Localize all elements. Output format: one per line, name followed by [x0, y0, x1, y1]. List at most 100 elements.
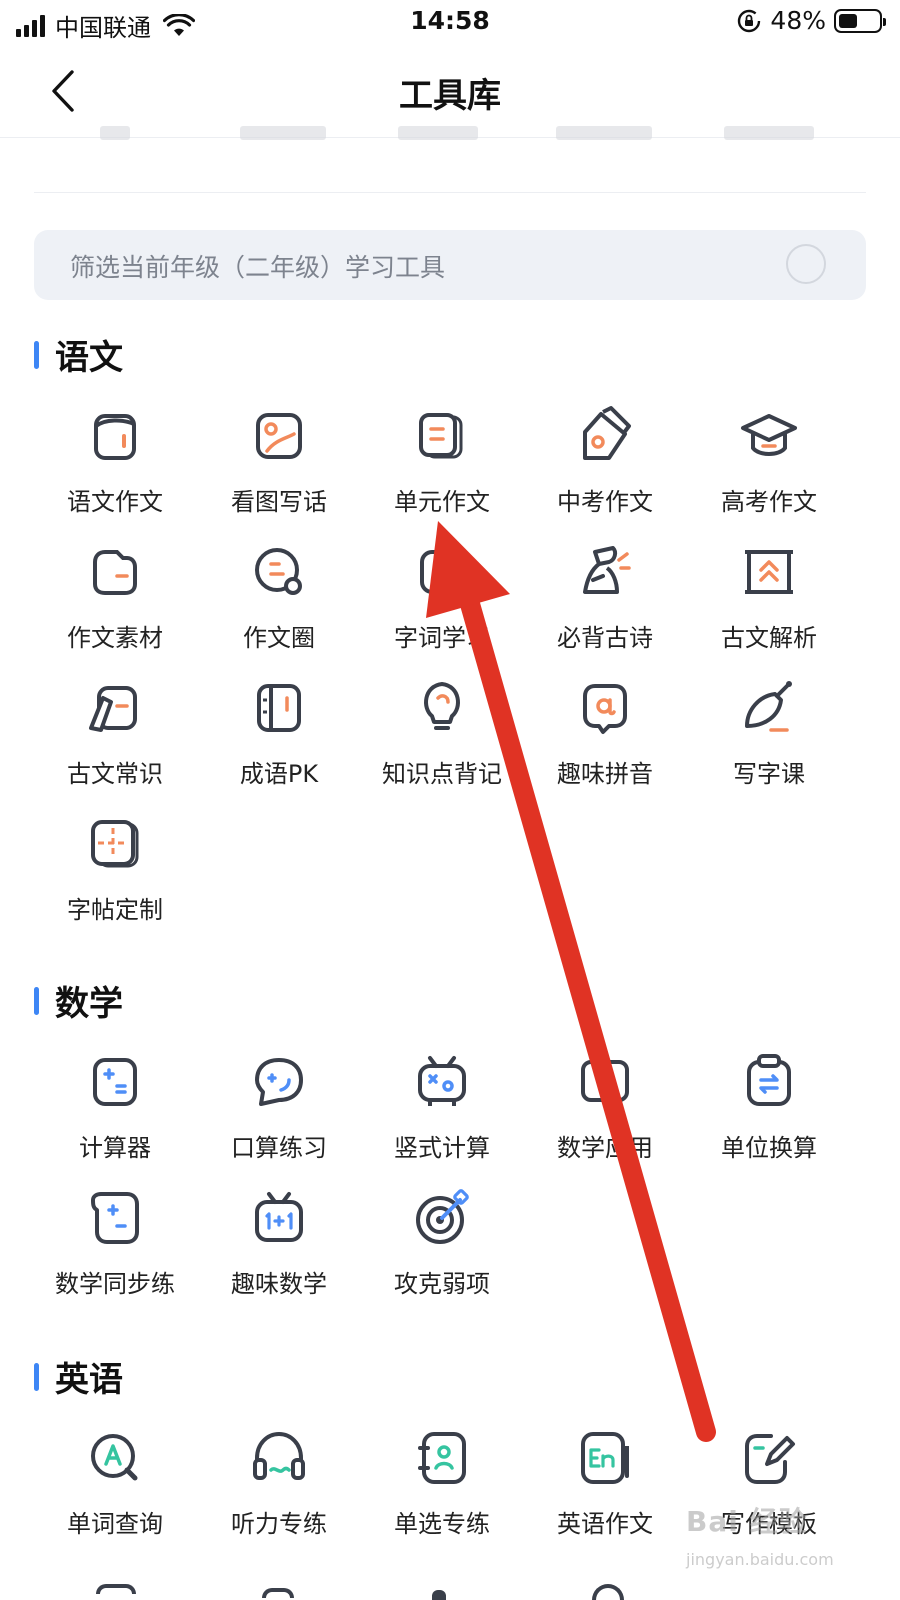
tool-label: 写字课 — [733, 760, 805, 788]
tool-label: 单位换算 — [721, 1134, 817, 1162]
tool-english-composition[interactable]: 英语作文 — [522, 1426, 688, 1556]
tool-label: 数学应用 — [557, 1134, 653, 1162]
tool-picture-writing[interactable]: 看图写话 — [196, 404, 362, 534]
battery-icon — [834, 8, 886, 33]
picture-icon — [256, 413, 302, 459]
section-english-label: 英语 — [55, 1360, 123, 1400]
lightbulb-icon — [424, 682, 460, 730]
section-chinese-label: 语文 — [55, 338, 123, 378]
tool-label: 趣味数学 — [231, 1270, 327, 1298]
edit-note-icon — [745, 1434, 795, 1484]
tool-calligraphy-class[interactable]: 写字课 — [686, 676, 852, 806]
section-accent-bar — [34, 1362, 39, 1391]
notebook-icon — [94, 414, 136, 460]
tool-label: 单词查询 — [67, 1510, 163, 1538]
tool-word-study[interactable]: 字词学习 — [359, 540, 525, 670]
tool-label: 攻克弱项 — [394, 1270, 490, 1298]
tool-single-choice-practice[interactable]: 单选专练 — [359, 1426, 525, 1556]
grade-filter-label: 筛选当前年级（二年级）学习工具 — [70, 253, 446, 282]
en-book-icon — [581, 1432, 629, 1484]
tool-math-sync-practice[interactable]: 数学同步练 — [32, 1186, 198, 1316]
tool-label: 作文素材 — [67, 624, 163, 652]
tool-fun-pinyin[interactable]: 趣味拼音 — [522, 676, 688, 806]
tool-label: 中考作文 — [557, 488, 653, 516]
math-book-icon — [91, 1192, 139, 1244]
tool-label: 英语作文 — [557, 1510, 653, 1538]
divider — [34, 192, 866, 193]
tool-conquer-weakness[interactable]: 攻克弱项 — [359, 1186, 525, 1316]
speech-bubble-icon — [255, 1058, 303, 1106]
book-icon — [420, 550, 464, 594]
tool-fun-math[interactable]: 趣味数学 — [196, 1186, 362, 1316]
tool-composition-materials[interactable]: 作文素材 — [32, 540, 198, 670]
status-right: 48% — [736, 6, 886, 35]
tool-writing-template[interactable]: 写作模板 — [686, 1426, 852, 1556]
tool-label: 写作模板 — [721, 1510, 817, 1538]
tool-label: 趣味拼音 — [557, 760, 653, 788]
section-math-title: 数学 — [34, 976, 123, 1025]
tool-unit-conversion[interactable]: 单位换算 — [686, 1050, 852, 1180]
tool-label: 语文作文 — [67, 488, 163, 516]
tool-label: 单选专练 — [394, 1510, 490, 1538]
tv-1plus1-icon — [255, 1192, 303, 1242]
tool-label: 看图写话 — [231, 488, 327, 516]
tool-ancient-poems[interactable]: 必背古诗 — [522, 540, 688, 670]
brush-scroll-icon — [89, 686, 137, 732]
chat-circle-icon — [255, 548, 302, 595]
tool-unit-composition[interactable]: 单元作文 — [359, 404, 525, 534]
grade-filter-toggle[interactable] — [786, 244, 826, 284]
section-english-title: 英语 — [34, 1352, 123, 1401]
brush-icon — [745, 681, 792, 732]
tool-label: 古文解析 — [721, 624, 817, 652]
book-pk-icon — [257, 684, 301, 732]
tool-gaokao-composition[interactable]: 高考作文 — [686, 404, 852, 534]
section-chinese-title: 语文 — [34, 330, 123, 379]
tool-composition-circle[interactable]: 作文圈 — [196, 540, 362, 670]
target-icon — [416, 1189, 469, 1244]
grid-card-icon — [91, 820, 139, 868]
tool-ancient-text-analysis[interactable]: 古文解析 — [686, 540, 852, 670]
pen-ink-icon — [583, 406, 631, 460]
section-accent-bar — [34, 986, 39, 1015]
convert-icon — [747, 1054, 791, 1106]
tool-knowledge-recitation[interactable]: 知识点背记 — [359, 676, 525, 806]
tool-listening-practice[interactable]: 听力专练 — [196, 1426, 362, 1556]
section-accent-bar — [34, 340, 39, 369]
tool-label: 数学同步练 — [55, 1270, 175, 1298]
tool-label: 字帖定制 — [67, 896, 163, 924]
tool-label: 古文常识 — [67, 760, 163, 788]
tool-label: 高考作文 — [721, 488, 817, 516]
tool-chinese-composition[interactable]: 语文作文 — [32, 404, 198, 534]
page-title: 工具库 — [399, 76, 501, 116]
tool-math-application[interactable]: 数学应用 — [522, 1050, 688, 1180]
scroll-frame-icon — [745, 550, 793, 594]
tool-label: 字词学习 — [394, 624, 490, 652]
tool-label: 竖式计算 — [394, 1134, 490, 1162]
battery-fill — [839, 13, 858, 28]
math-app-icon — [581, 1060, 629, 1102]
tool-word-lookup[interactable]: 单词查询 — [32, 1426, 198, 1556]
scrolled-off-labels — [0, 126, 900, 140]
grade-filter[interactable]: 筛选当前年级（二年级）学习工具 — [34, 230, 866, 300]
section-math-label: 数学 — [55, 984, 123, 1024]
headphones-icon — [253, 1431, 305, 1480]
tool-label: 成语PK — [239, 760, 319, 788]
tool-label: 听力专练 — [231, 1510, 327, 1538]
rotation-lock-icon — [738, 9, 761, 32]
tool-mental-arithmetic[interactable]: 口算练习 — [196, 1050, 362, 1180]
search-a-icon — [91, 1434, 138, 1481]
tool-calculator[interactable]: 计算器 — [32, 1050, 198, 1180]
next-row-partial — [0, 1584, 900, 1600]
tool-zhongkao-composition[interactable]: 中考作文 — [522, 404, 688, 534]
cards-icon — [419, 413, 463, 459]
tool-ancient-text-knowledge[interactable]: 古文常识 — [32, 676, 198, 806]
battery-percent: 48% — [770, 6, 826, 35]
tool-idiom-pk[interactable]: 成语PK — [196, 676, 362, 806]
tool-label: 单元作文 — [394, 488, 490, 516]
nav-bar: 工具库 — [0, 46, 900, 138]
folder-icon — [93, 550, 137, 595]
robot-icon — [418, 1056, 466, 1106]
tool-label: 必背古诗 — [557, 624, 653, 652]
tool-vertical-calculation[interactable]: 竖式计算 — [359, 1050, 525, 1180]
tool-copybook-custom[interactable]: 字帖定制 — [32, 812, 198, 942]
